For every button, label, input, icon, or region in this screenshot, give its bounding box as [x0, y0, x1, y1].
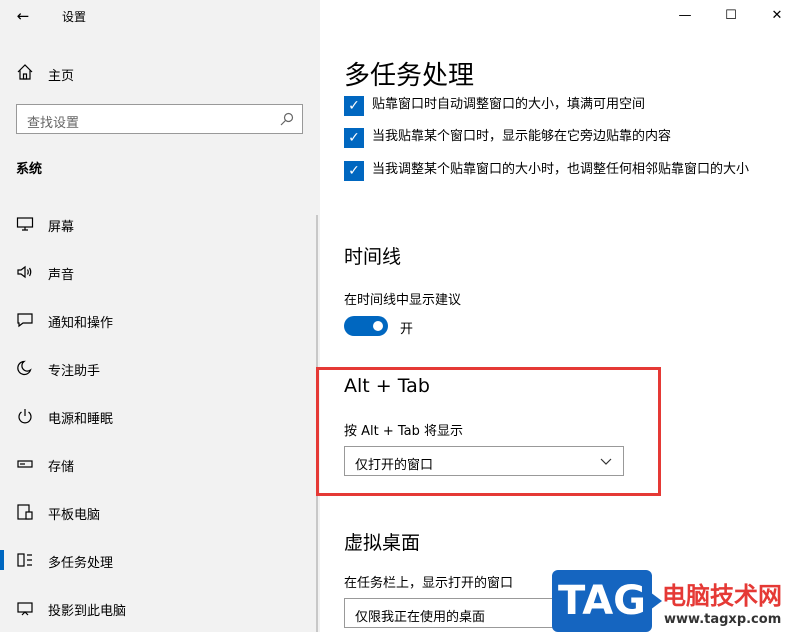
sidebar-item-notifications[interactable]: 通知和操作	[0, 300, 320, 340]
virtual-desktops-heading: 虚拟桌面	[344, 532, 421, 554]
sidebar-item-focus-assist[interactable]: 专注助手	[0, 348, 320, 388]
annotation-highlight-box	[316, 367, 661, 496]
checkbox-checked-icon[interactable]: ✓	[344, 128, 364, 148]
back-button[interactable]: ←	[10, 6, 36, 26]
sidebar-item-storage[interactable]: 存储	[0, 444, 320, 484]
checkbox-label: 当我调整某个贴靠窗口的大小时，也调整任何相邻贴靠窗口的大小	[372, 162, 750, 177]
multitask-icon	[17, 553, 32, 567]
speaker-icon	[17, 265, 32, 279]
watermark-url: www.tagxp.com	[664, 612, 782, 627]
notification-icon	[17, 313, 33, 328]
virtual-desktops-label: 在任务栏上，显示打开的窗口	[344, 576, 514, 591]
watermark-logo: TAG	[552, 570, 662, 632]
search-icon	[280, 112, 294, 126]
storage-icon	[17, 460, 33, 468]
sidebar-item-multitasking[interactable]: 多任务处理	[0, 540, 320, 580]
section-title: 系统	[16, 162, 43, 177]
sidebar-item-power[interactable]: 电源和睡眠	[0, 396, 320, 436]
app-title: 设置	[62, 10, 87, 24]
sidebar-item-tablet[interactable]: 平板电脑	[0, 492, 320, 532]
page-title: 多任务处理	[344, 61, 475, 91]
sidebar-item-display[interactable]: 屏幕	[0, 204, 320, 244]
home-label: 主页	[48, 69, 75, 84]
timeline-heading: 时间线	[344, 246, 402, 268]
search-input[interactable]: 查找设置	[16, 104, 303, 134]
search-placeholder: 查找设置	[27, 116, 80, 131]
sidebar-item-label: 投影到此电脑	[48, 604, 127, 619]
titlebar-left: ← 设置	[0, 0, 320, 32]
main-content: 多任务处理 ✓ 贴靠窗口时自动调整窗口的大小，填满可用空间 ✓ 当我贴靠某个窗口…	[320, 0, 800, 632]
checkbox-label: 当我贴靠某个窗口时，显示能够在它旁边贴靠的内容	[372, 129, 672, 144]
checkbox-checked-icon[interactable]: ✓	[344, 96, 364, 116]
timeline-toggle[interactable]	[344, 316, 388, 336]
sidebar-item-label: 存储	[48, 460, 75, 475]
timeline-label: 在时间线中显示建议	[344, 293, 462, 308]
watermark-site-name: 电脑技术网	[662, 582, 782, 610]
moon-icon	[17, 360, 32, 376]
project-icon	[17, 602, 33, 616]
checkbox-label: 贴靠窗口时自动调整窗口的大小，填满可用空间	[372, 97, 646, 112]
sidebar-item-label: 多任务处理	[48, 556, 114, 571]
power-icon	[18, 409, 32, 424]
sidebar-item-sound[interactable]: 声音	[0, 252, 320, 292]
sidebar-item-label: 通知和操作	[48, 316, 114, 331]
toggle-state-label: 开	[400, 322, 414, 337]
sidebar-item-label: 声音	[48, 268, 75, 283]
sidebar-item-label: 专注助手	[48, 364, 101, 379]
sidebar-item-label: 平板电脑	[48, 508, 101, 523]
watermark: TAG 电脑技术网 www.tagxp.com	[552, 570, 800, 632]
sidebar: ← 设置 主页 查找设置 系统 屏幕 声音 通知和操作 专注助手 电源和睡眠 存…	[0, 0, 320, 632]
tablet-icon	[17, 504, 33, 520]
checkbox-checked-icon[interactable]: ✓	[344, 161, 364, 181]
sidebar-item-label: 电源和睡眠	[48, 412, 114, 427]
sidebar-item-home[interactable]: 主页	[0, 58, 320, 88]
dropdown-value: 仅限我正在使用的桌面	[355, 610, 486, 625]
home-icon	[17, 64, 33, 80]
display-icon	[16, 217, 34, 231]
sidebar-item-label: 屏幕	[48, 220, 75, 235]
sidebar-item-project[interactable]: 投影到此电脑	[0, 588, 320, 628]
